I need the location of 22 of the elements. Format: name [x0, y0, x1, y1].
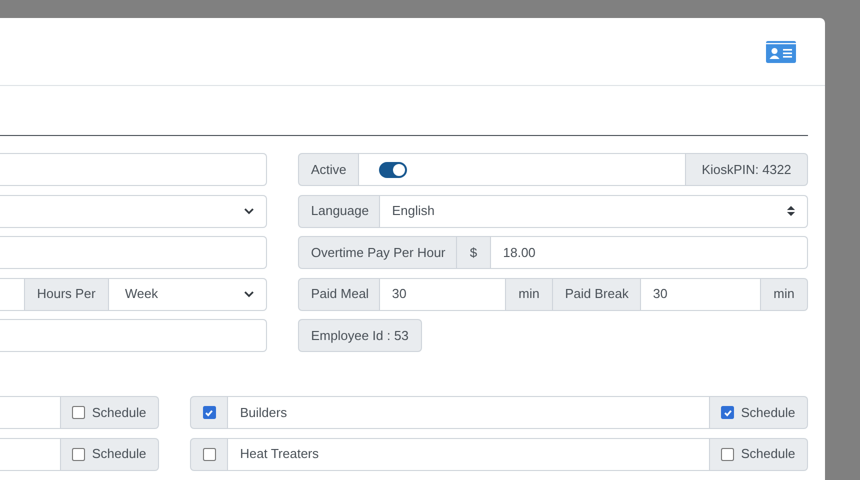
employee-id-label: Employee Id : 53 — [298, 319, 422, 352]
schedule-option[interactable]: Schedule — [61, 438, 159, 470]
text-field[interactable]: 18.00 — [491, 236, 808, 269]
input-addon: Overtime Pay Per Hour — [298, 236, 457, 269]
language-select[interactable]: English — [380, 194, 808, 228]
text-field[interactable]: 30 — [641, 278, 761, 310]
group-name-field[interactable]: Builders — [228, 396, 710, 429]
schedule-option[interactable]: Schedule — [61, 396, 159, 429]
kiosk-pin-label: KioskPIN: 4322 — [686, 153, 808, 186]
schedule-option[interactable]: Schedule — [710, 438, 808, 470]
input-addon: min — [761, 278, 808, 310]
select-field[interactable]: Week — [109, 278, 267, 310]
input-addon: Paid Meal — [298, 278, 380, 310]
schedule-option[interactable]: Schedule — [710, 396, 808, 429]
input-addon: $ — [457, 236, 491, 269]
input-addon: Hours Per — [25, 278, 109, 310]
input-addon: Language — [298, 194, 380, 228]
text-field[interactable]: 30 — [380, 278, 506, 310]
input-addon: Paid Break — [553, 278, 641, 310]
input-addon: Active — [298, 153, 359, 186]
group-name-field[interactable]: Heat Treaters — [228, 438, 710, 470]
input-addon: min — [506, 278, 553, 310]
